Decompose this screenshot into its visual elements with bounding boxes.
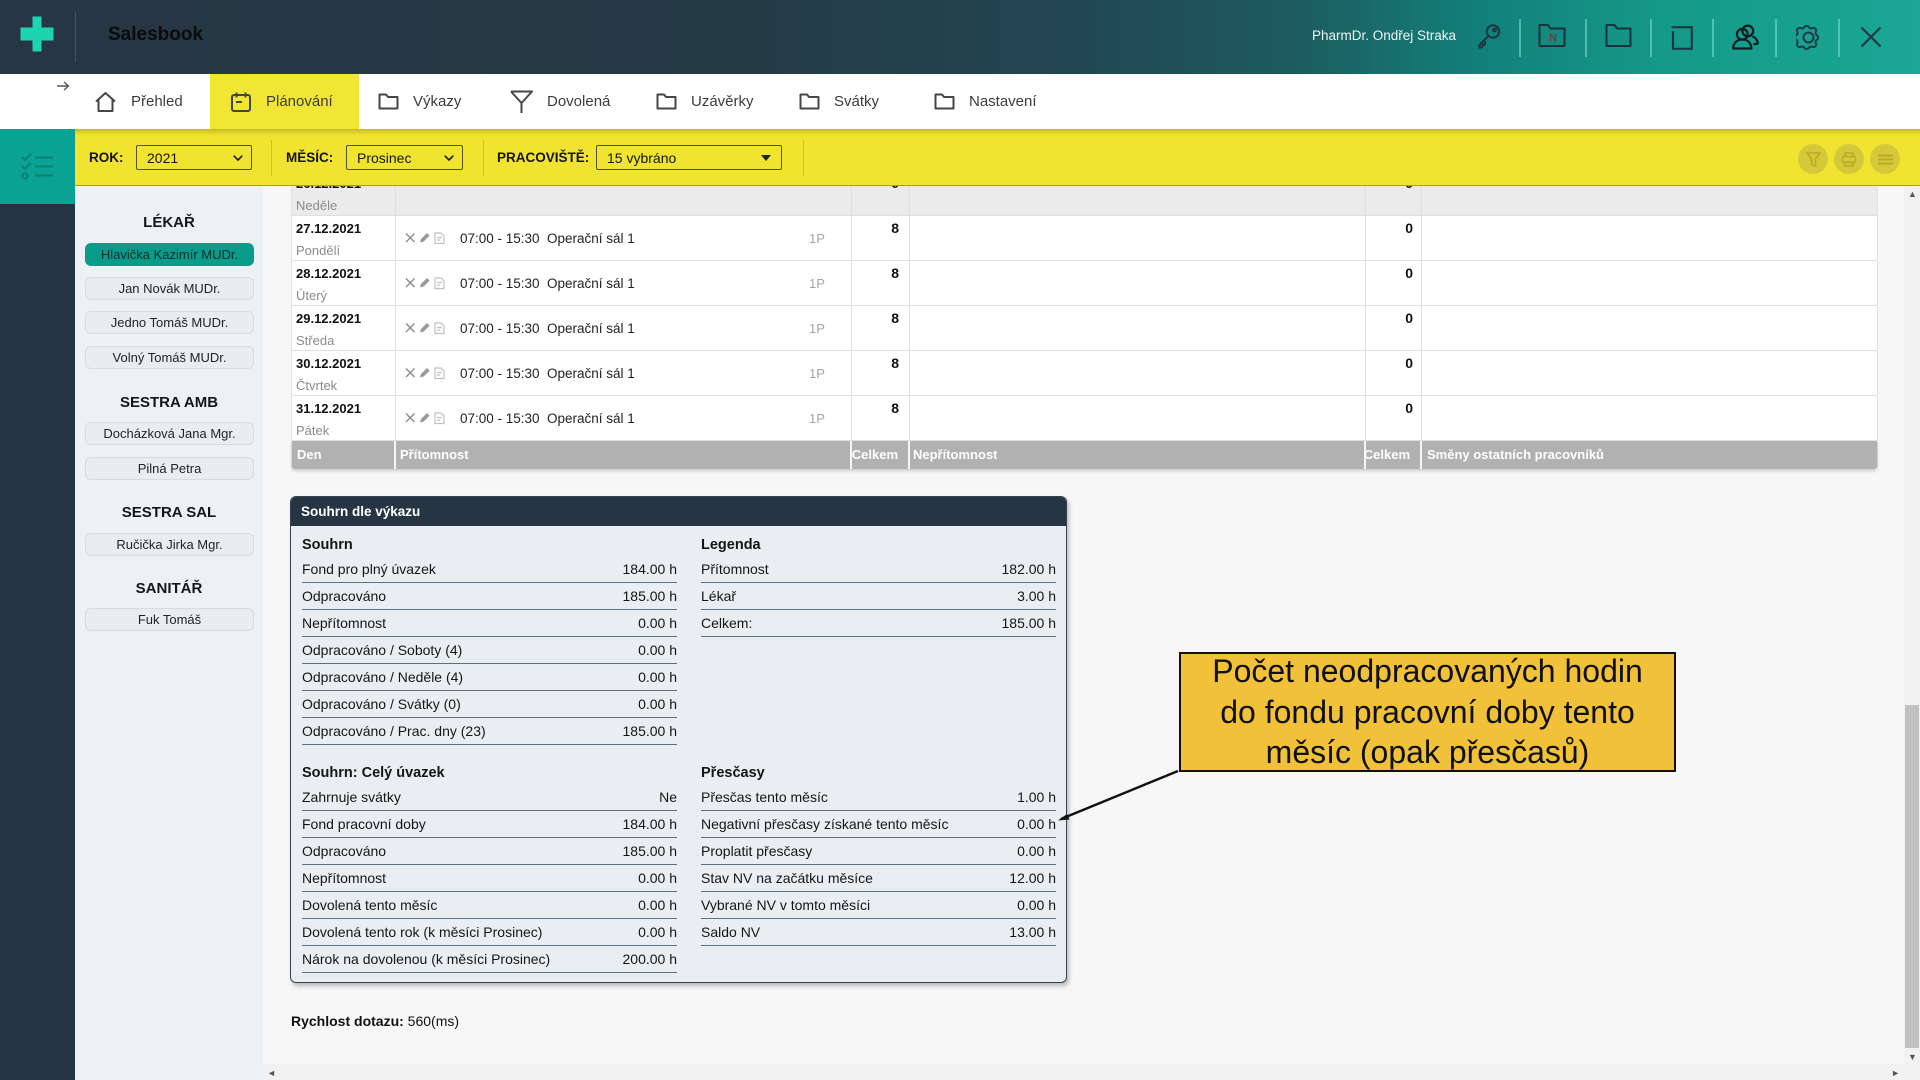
svg-text:N: N — [1549, 32, 1557, 44]
